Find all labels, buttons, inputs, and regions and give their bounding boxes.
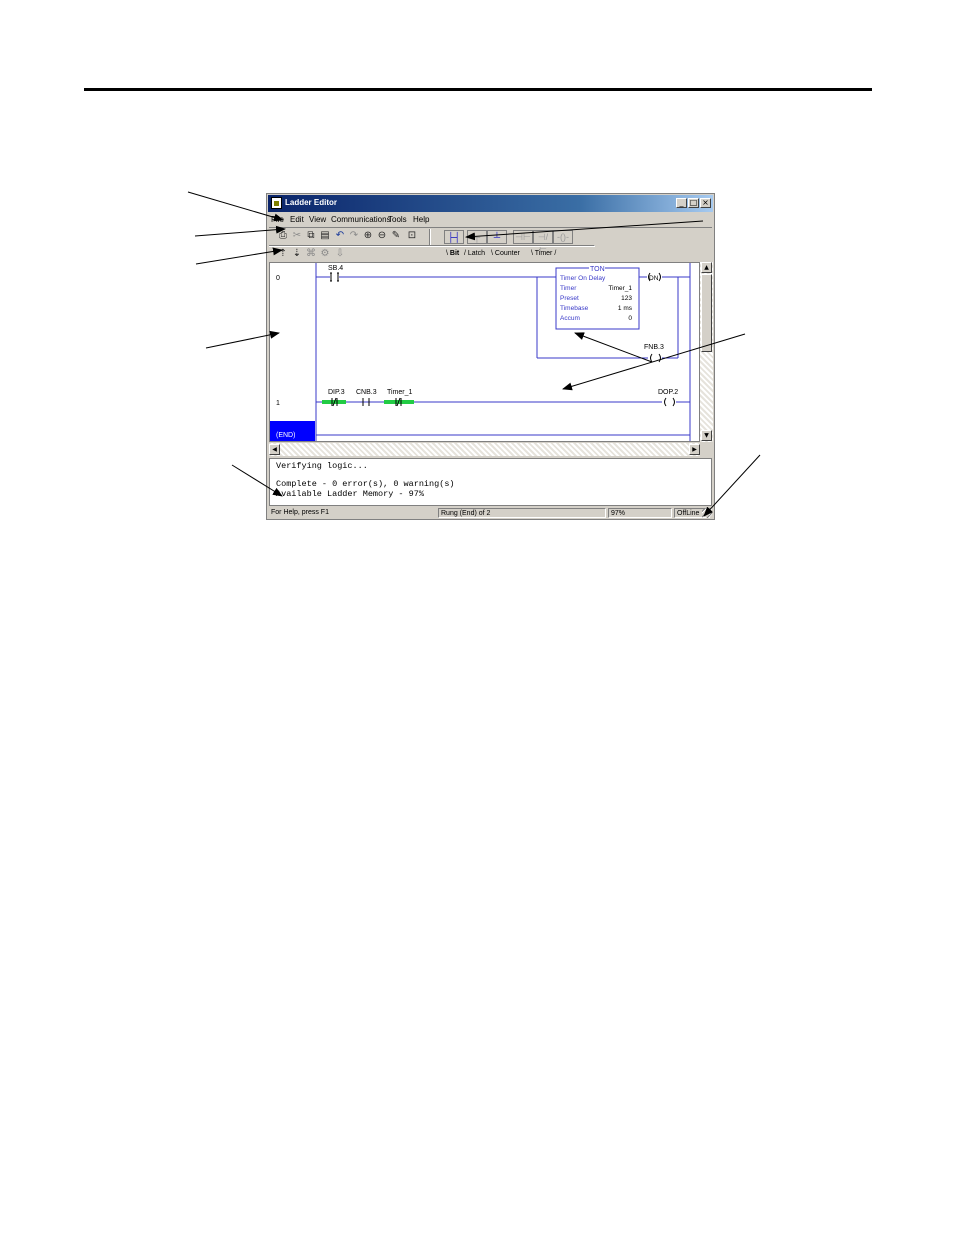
callout-arrow-nav	[195, 247, 283, 265]
callout-arrow-instruction-toolbar	[465, 220, 704, 241]
callout-arrow-status	[703, 454, 761, 517]
callout-arrows	[187, 191, 761, 517]
callout-arrow-output	[231, 464, 283, 497]
callout-arrow-ladder	[562, 333, 746, 391]
callout-arrow-menu	[187, 191, 284, 222]
callout-arrow-toolbar	[194, 225, 286, 237]
callout-arrow-ton	[574, 332, 653, 363]
callout-arrow-rung-numbers	[205, 330, 280, 349]
